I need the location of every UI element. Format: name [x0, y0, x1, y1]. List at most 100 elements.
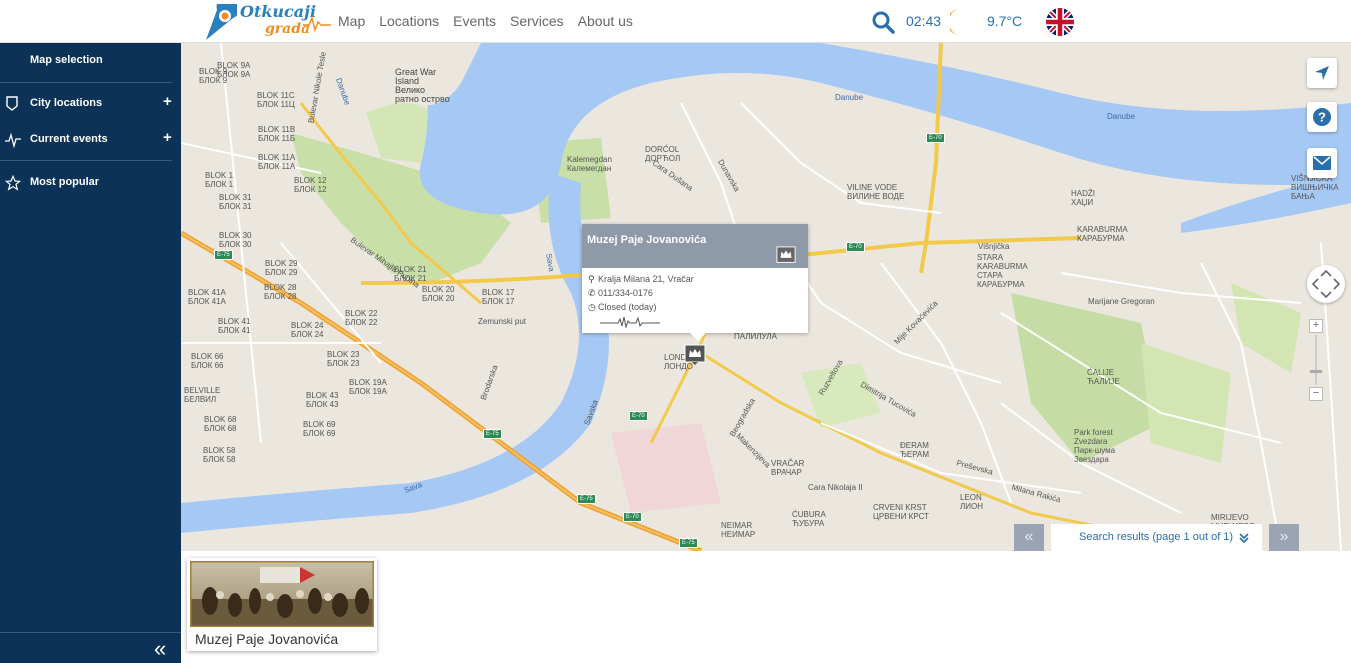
top-header: Otkucaji grada Map Locations Events Serv…	[0, 0, 1351, 43]
map-label: BLOK 11A БЛОК 11А	[258, 153, 296, 171]
nav-locations[interactable]: Locations	[379, 13, 439, 29]
map-label: Zemunski put	[478, 317, 527, 326]
popup-tail	[690, 333, 706, 341]
sidebar-item-most-popular[interactable]: Most popular	[0, 171, 181, 195]
popup-phone-row: ✆ 011/334-0176	[588, 288, 653, 299]
phone-icon: ✆	[588, 288, 596, 298]
results-next-button[interactable]: »	[1269, 524, 1299, 551]
location-arrow-icon	[1315, 66, 1329, 80]
current-time: 02:43	[906, 13, 942, 29]
map-label: LEON ЛИОН	[960, 493, 983, 511]
map-label: BLOK 17 БЛОК 17	[482, 288, 515, 306]
expand-plus-icon[interactable]: +	[163, 93, 172, 110]
envelope-icon	[1313, 156, 1331, 170]
expand-plus-icon[interactable]: +	[163, 129, 172, 146]
map-label: Danube	[1107, 112, 1136, 121]
sidebar-divider	[0, 82, 172, 83]
museum-marker-icon[interactable]	[684, 344, 706, 366]
map-label: BLOK 1 БЛОК 1	[205, 171, 234, 189]
zoom-in-button[interactable]: +	[1309, 319, 1323, 333]
map-label: BLOK 31 БЛОК 31	[219, 193, 252, 211]
popup-hours-row: ◷ Closed (today)	[588, 302, 657, 313]
map-label: BLOK 28 БЛОК 28	[264, 283, 297, 301]
result-card[interactable]: Muzej Paje Jovanovića	[187, 558, 377, 651]
map-label: Višnjička	[978, 242, 1010, 251]
uk-flag-icon[interactable]	[1046, 8, 1074, 36]
pulse-icon	[5, 132, 21, 148]
logo-pin-icon	[206, 4, 237, 40]
map-label: BLOK 11C БЛОК 11Ц	[257, 91, 295, 109]
location-popup[interactable]: Muzej Paje Jovanovića ⚲ Kralja Milana 21,…	[582, 224, 808, 341]
map-label: HADŽI ХАЏИ	[1071, 189, 1095, 207]
popup-address-row: ⚲ Kralja Milana 21, Vračar	[588, 274, 694, 285]
pan-arrows-icon	[1311, 269, 1341, 299]
road-shield: E-75	[577, 494, 596, 504]
sidebar-bottom-divider	[0, 632, 181, 633]
map-label: ĆUBURA ЋУБУРА	[792, 510, 826, 528]
logo-pulse-icon	[303, 16, 331, 32]
double-chevron-left-icon[interactable]: «	[154, 636, 166, 662]
map-label: ĐERAM ЂЕРАМ	[900, 441, 930, 459]
sidebar-item-current-events[interactable]: Current events +	[0, 128, 181, 152]
map-label: DORĆOL ДОРЋОЛ	[645, 145, 681, 163]
map-label: BLOK 68 БЛОК 68	[204, 415, 237, 433]
map-label: BLOK 19A БЛОК 19А	[349, 378, 387, 396]
map-label: Kalemegdan Калемегдан	[567, 155, 612, 173]
zoom-out-button[interactable]: −	[1309, 387, 1323, 401]
contact-button[interactable]	[1307, 148, 1337, 178]
map-pin-icon	[6, 96, 18, 111]
map-label: ПАЛИЛУЛА	[734, 332, 777, 341]
site-logo[interactable]: Otkucaji grada	[203, 2, 333, 42]
map-label: BLOK 69 БЛОК 69	[303, 420, 336, 438]
map-label: Park forest Zvezdara Парк-шума Звездара	[1074, 428, 1116, 464]
road-shield: E-75	[214, 250, 233, 260]
map-label: Cara Nikolaja II	[808, 483, 863, 492]
search-results-text: Search results (page 1 out of 1)	[1079, 531, 1234, 543]
map-label: VIŠNJIČKA ВИШЊИЧКА БАЊА	[1291, 174, 1339, 201]
search-results-toggle[interactable]: Search results (page 1 out of 1)	[1051, 524, 1262, 551]
road-shield: E-70	[629, 411, 648, 421]
road-shield: E-70	[846, 242, 865, 252]
sidebar-title: Map selection	[30, 54, 103, 66]
map-label: BLOK 29 БЛОК 29	[265, 259, 298, 277]
search-icon[interactable]	[871, 10, 895, 34]
nav-map[interactable]: Map	[338, 13, 365, 29]
nav-services[interactable]: Services	[510, 13, 564, 29]
popup-phone[interactable]: 011/334-0176	[598, 288, 653, 298]
sidebar-item-label: Current events	[30, 133, 108, 145]
double-chevron-down-icon	[1239, 533, 1249, 543]
sidebar-item-label: Most popular	[30, 176, 100, 188]
zoom-slider-handle[interactable]	[1310, 370, 1322, 373]
main-nav: Map Locations Events Services About us	[338, 13, 647, 29]
question-icon: ?	[1313, 108, 1331, 126]
map-label: BLOK 11B БЛОК 11Б	[258, 125, 296, 143]
map-label: BELVILLE БЕЛВИЛ	[184, 386, 221, 404]
map-label: STARA KARABURMA СТАРА КАРАБУРМА	[977, 253, 1028, 289]
map-label: BLOK 41 БЛОК 41	[218, 317, 251, 335]
map-canvas[interactable]: Great War Island Велико ратно острво Dan…	[181, 43, 1351, 551]
road-shield: E-75	[483, 429, 502, 439]
map-label: BLOK 66 БЛОК 66	[191, 352, 224, 370]
clock-icon: ◷	[588, 302, 596, 312]
locate-button[interactable]	[1307, 58, 1337, 88]
help-button[interactable]: ?	[1307, 102, 1337, 132]
map-label: BLOK 43 БЛОК 43	[306, 391, 339, 409]
nav-events[interactable]: Events	[453, 13, 496, 29]
sidebar-item-city-locations[interactable]: City locations +	[0, 92, 181, 116]
nav-about[interactable]: About us	[578, 13, 633, 29]
pan-control[interactable]	[1307, 265, 1345, 303]
map-label: BLOK 22 БЛОК 22	[345, 309, 378, 327]
results-prev-button[interactable]: «	[1014, 524, 1044, 551]
result-card-label: Muzej Paje Jovanovića	[195, 631, 339, 647]
map-label: BLOK 21 БЛОК 21	[394, 265, 427, 283]
map-label: Danube	[835, 93, 864, 102]
pulse-icon	[600, 316, 660, 328]
map-label: Great War Island Велико ратно острво	[395, 67, 450, 104]
map-label: KARABURMA КАРАБУРМА	[1077, 225, 1128, 243]
sidebar: Map selection City locations + Current e…	[0, 43, 181, 663]
map-label: VRAČAR ВРАЧАР	[771, 459, 805, 477]
zoom-slider-track[interactable]	[1315, 335, 1317, 385]
map-label: BLOK 20 БЛОК 20	[422, 285, 455, 303]
map-marker-icon: ⚲	[588, 274, 595, 284]
popup-hours: Closed (today)	[598, 302, 657, 312]
